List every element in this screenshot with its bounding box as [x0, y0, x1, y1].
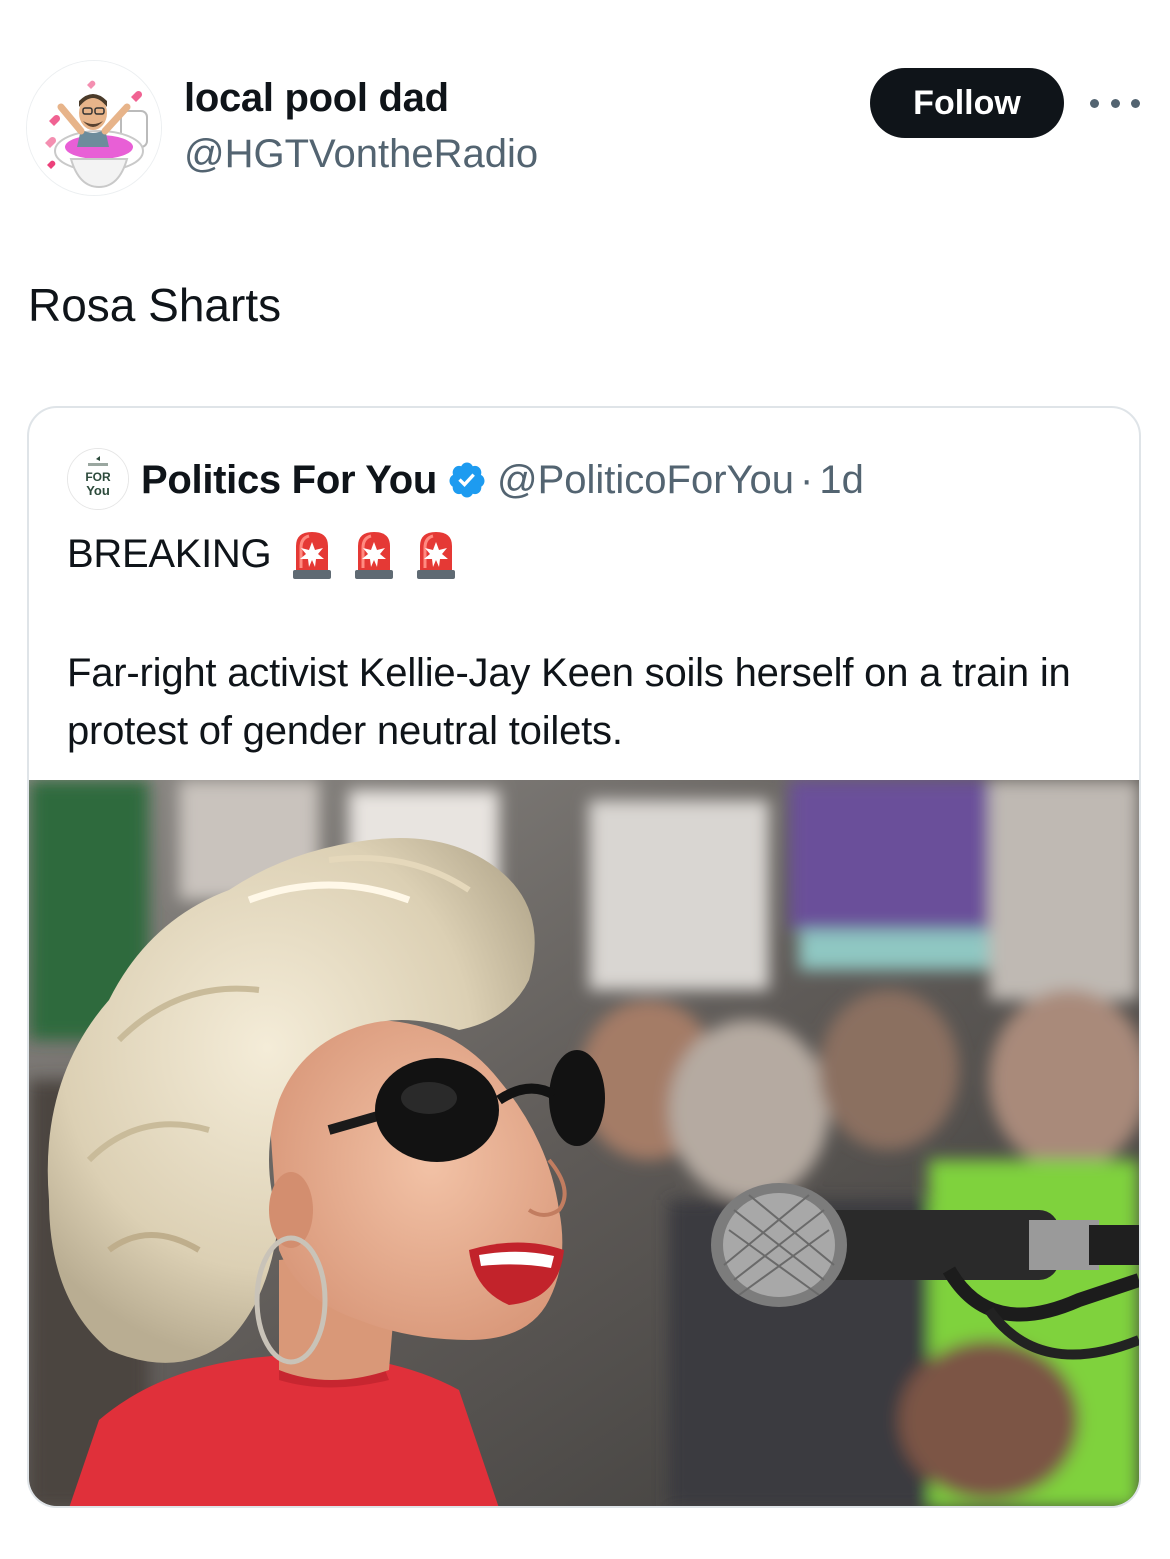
more-dot	[1110, 98, 1120, 108]
quote-headline: BREAKING	[67, 531, 272, 576]
quote-timestamp[interactable]: 1d	[819, 458, 864, 503]
quote-headline-line: BREAKING	[67, 524, 475, 584]
police-siren-icon	[293, 532, 332, 579]
police-siren-icon	[355, 532, 394, 579]
quote-body-text: Far-right activist Kellie-Jay Keen soils…	[67, 651, 1071, 753]
author-display-name[interactable]: local pool dad	[184, 76, 449, 121]
speaker-photo-illustration	[29, 780, 1139, 1506]
author-avatar[interactable]	[26, 60, 162, 196]
author-handle[interactable]: @HGTVontheRadio	[184, 132, 538, 177]
quote-header: Politics For You @PoliticoForYou · 1d	[141, 452, 864, 508]
more-dot	[1090, 98, 1099, 108]
quote-author-handle[interactable]: @PoliticoForYou	[497, 458, 794, 503]
verified-badge-icon	[449, 462, 485, 498]
quoted-tweet-card[interactable]: FOR You Politics For You @PoliticoForYou…	[27, 406, 1141, 1508]
police-siren-icon	[417, 532, 456, 579]
more-dot	[1131, 98, 1140, 108]
follow-button[interactable]: Follow	[870, 68, 1064, 138]
tweet-text: Rosa Sharts	[28, 279, 282, 331]
bitmoji-toilet-avatar-icon	[27, 61, 161, 195]
svg-text:You: You	[86, 483, 110, 498]
quote-author-avatar[interactable]: FOR You	[67, 448, 129, 510]
quote-author-display-name[interactable]: Politics For You	[141, 458, 437, 503]
separator-dot: ·	[800, 457, 814, 502]
politics-for-you-logo-icon: FOR You	[68, 449, 128, 509]
svg-text:FOR: FOR	[85, 470, 111, 484]
more-options-icon[interactable]	[1090, 88, 1140, 118]
protest-speaker-photo[interactable]	[29, 780, 1139, 1506]
